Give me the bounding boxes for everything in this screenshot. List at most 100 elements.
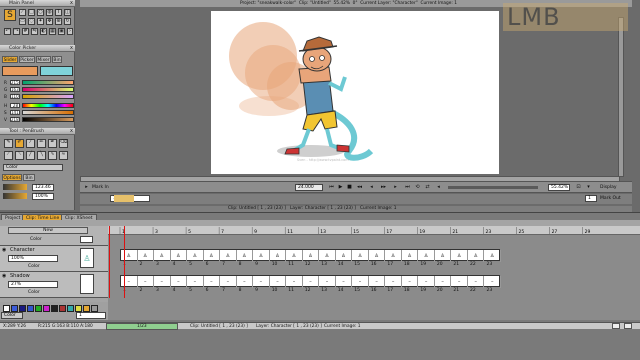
- frame-cell[interactable]: –: [352, 276, 369, 288]
- frame-cell[interactable]: ♙: [352, 250, 369, 262]
- frame-cell[interactable]: –: [237, 276, 254, 288]
- fill-tool-icon[interactable]: ◍: [46, 9, 53, 16]
- stop-icon[interactable]: ■: [346, 184, 353, 191]
- tab-slider[interactable]: Slider: [2, 56, 18, 63]
- text-tool-icon[interactable]: T: [55, 9, 62, 16]
- tab-mixer[interactable]: Mixer: [36, 56, 51, 63]
- frame-cell[interactable]: –: [319, 276, 336, 288]
- tool-color-dropdown[interactable]: Color: [3, 164, 63, 171]
- frame-cell[interactable]: –: [385, 276, 402, 288]
- slider-b[interactable]: B 110: [4, 94, 74, 99]
- size-input[interactable]: 123.46: [32, 184, 54, 191]
- rect-tool-icon[interactable]: □: [28, 9, 35, 16]
- frame-cell[interactable]: –: [435, 276, 452, 288]
- eye-icon[interactable]: ◉: [2, 247, 6, 253]
- airbrush-icon[interactable]: ⁄: [26, 139, 35, 148]
- smudge-icon[interactable]: ∿: [48, 151, 57, 160]
- select-tool-icon[interactable]: ▭: [19, 18, 26, 25]
- swatch-green[interactable]: [35, 305, 42, 312]
- secondary-color-swatch[interactable]: [40, 66, 73, 76]
- zoom-input[interactable]: 55.42%: [548, 184, 570, 191]
- undo-icon[interactable]: ↶: [4, 28, 11, 35]
- rotate-tool-icon[interactable]: ↻: [64, 18, 71, 25]
- play-icon[interactable]: ▶: [337, 184, 344, 191]
- frame-cell[interactable]: ♙: [286, 250, 303, 262]
- quill-icon[interactable]: ⟍: [15, 151, 24, 160]
- frame-cell[interactable]: –: [484, 276, 501, 288]
- drawing-canvas[interactable]: Sven - http://www.tvpaint.com: [211, 11, 499, 174]
- frame-cell[interactable]: –: [187, 276, 204, 288]
- new-layer-button[interactable]: New: [8, 227, 88, 234]
- marker-icon[interactable]: ✒: [48, 139, 57, 148]
- eye-icon[interactable]: ◉: [2, 273, 6, 279]
- pencil-icon[interactable]: ✏: [37, 139, 46, 148]
- frame-cell[interactable]: ♙: [237, 250, 254, 262]
- frame-cell[interactable]: –: [369, 276, 386, 288]
- frame-field[interactable]: 1: [76, 312, 106, 319]
- frame-cell[interactable]: ♙: [418, 250, 435, 262]
- layer-name[interactable]: Character: [10, 247, 35, 253]
- frame-cell[interactable]: –: [220, 276, 237, 288]
- last-frame-icon[interactable]: ⏭: [404, 184, 411, 191]
- slider-v[interactable]: V 218: [4, 117, 74, 122]
- tab-picker[interactable]: Picker: [19, 56, 35, 63]
- layer-mode[interactable]: Color: [28, 290, 40, 295]
- frame-cell[interactable]: ♙: [187, 250, 204, 262]
- stencil-icon[interactable]: ▦: [49, 28, 56, 35]
- swatch-black[interactable]: [51, 305, 58, 312]
- swatch-blue[interactable]: [11, 305, 18, 312]
- speed-slider[interactable]: [448, 186, 538, 189]
- slider-g[interactable]: G 163: [4, 87, 74, 92]
- frame-cell[interactable]: ♙: [402, 250, 419, 262]
- frame-cell[interactable]: –: [286, 276, 303, 288]
- layer-opacity[interactable]: 100%: [8, 255, 58, 262]
- minimize-icon[interactable]: [612, 323, 620, 329]
- close-icon[interactable]: x: [70, 128, 73, 135]
- frame-cell[interactable]: ♙: [138, 250, 155, 262]
- tab-bin[interactable]: Bin: [52, 56, 62, 63]
- swatch-navy[interactable]: [19, 305, 26, 312]
- layer-name[interactable]: Shadow: [10, 273, 30, 279]
- zoom-tool-icon[interactable]: ⊕: [55, 18, 62, 25]
- zoom-menu-icon[interactable]: ▾: [585, 184, 592, 191]
- frame-cell[interactable]: ♙: [468, 250, 485, 262]
- frame-cell[interactable]: ♙: [303, 250, 320, 262]
- frame-cell[interactable]: ♙: [484, 250, 501, 262]
- forward-icon[interactable]: ▸▸: [380, 184, 387, 191]
- size-slider[interactable]: [3, 184, 27, 190]
- display-label[interactable]: Display: [600, 184, 617, 191]
- knife-icon[interactable]: ⟋: [4, 151, 13, 160]
- swatch-azure[interactable]: [27, 305, 34, 312]
- pan-tool-icon[interactable]: ✥: [46, 18, 53, 25]
- rewind-icon[interactable]: ◂: [368, 184, 375, 191]
- tab-options[interactable]: Options: [2, 174, 22, 181]
- layer-mode[interactable]: Color: [28, 264, 40, 269]
- frame-cell[interactable]: –: [468, 276, 485, 288]
- range-marker[interactable]: [114, 195, 134, 202]
- swatch-orange[interactable]: [83, 305, 90, 312]
- frame-cell[interactable]: ♙: [204, 250, 221, 262]
- mirror-icon[interactable]: ⇋: [31, 28, 38, 35]
- character-frames[interactable]: ♙ ♙ ♙ ♙ ♙ ♙ ♙ ♙ ♙ ♙ ♙ ♙ ♙ ♙ ♙ ♙ ♙ ♙ ♙ ♙ ♙ ♙ ♙: [120, 249, 501, 262]
- frame-cell[interactable]: ♙: [369, 250, 386, 262]
- lock-icon[interactable]: ▣: [58, 28, 65, 35]
- opacity-input[interactable]: 100%: [32, 193, 54, 200]
- slider-r[interactable]: R 215: [4, 80, 74, 85]
- close-icon[interactable]: x: [70, 0, 73, 7]
- blur-icon[interactable]: ≈: [59, 151, 68, 160]
- frame-cell[interactable]: ♙: [319, 250, 336, 262]
- tab-tool-bin[interactable]: Bin: [23, 174, 35, 181]
- swatch-gray[interactable]: [91, 305, 98, 312]
- prev-icon[interactable]: ◂◂: [356, 184, 363, 191]
- mark-in-icon[interactable]: ▸: [83, 184, 90, 191]
- shadow-frames[interactable]: – – – – – – – – – – – – – – – – – – – – – – –: [120, 275, 501, 288]
- frame-cell[interactable]: –: [171, 276, 188, 288]
- frame-cell[interactable]: –: [402, 276, 419, 288]
- fps-icon[interactable]: ◂: [435, 184, 442, 191]
- swatch-teal[interactable]: [67, 305, 74, 312]
- eraser-icon[interactable]: ⌫: [59, 139, 68, 148]
- circle-tool-icon[interactable]: ○: [37, 9, 44, 16]
- brush-tool-icon[interactable]: S: [4, 9, 16, 21]
- frame-cell[interactable]: –: [154, 276, 171, 288]
- eraser-tool-icon[interactable]: ◫: [64, 9, 71, 16]
